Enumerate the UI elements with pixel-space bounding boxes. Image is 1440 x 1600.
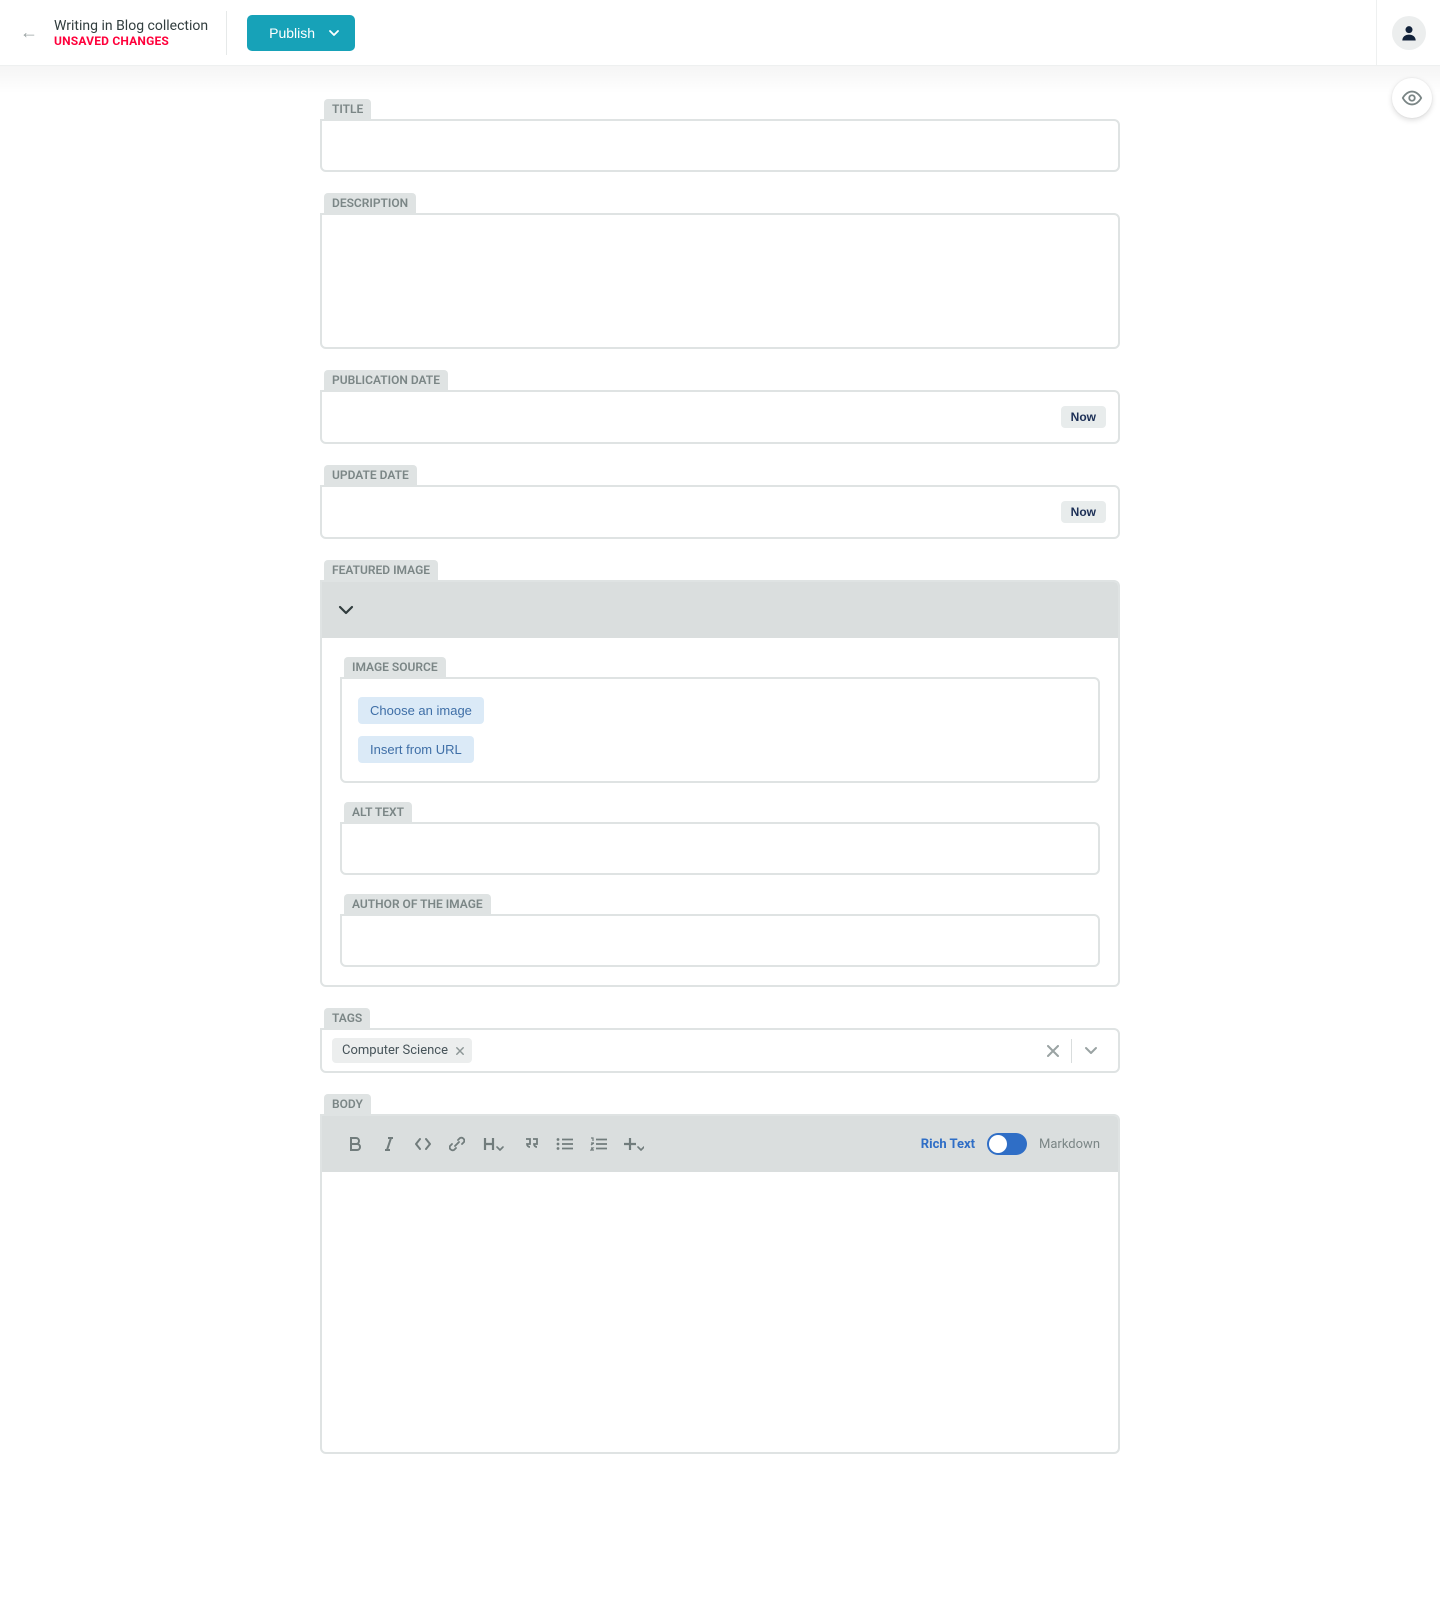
save-status: UNSAVED CHANGES [54, 34, 208, 48]
editor-title-block: Writing in Blog collection UNSAVED CHANG… [54, 11, 227, 55]
title-input[interactable] [322, 121, 1118, 170]
now-button[interactable]: Now [1061, 406, 1106, 428]
update-date-input[interactable] [336, 504, 1061, 521]
editor-mode-switch: Rich Text Markdown [921, 1133, 1100, 1155]
input-container [320, 213, 1120, 349]
input-container [320, 119, 1120, 172]
image-author-input[interactable] [342, 916, 1098, 965]
input-container: Now [320, 390, 1120, 444]
subfield-image-author: AUTHOR OF THE IMAGE [340, 893, 1100, 967]
input-container [340, 914, 1100, 967]
user-avatar[interactable] [1392, 16, 1426, 50]
italic-icon [383, 1136, 395, 1152]
field-update-date: UPDATE DATE Now [320, 464, 1120, 539]
bold-button[interactable] [340, 1129, 370, 1159]
subfield-image-source: IMAGE SOURCE Choose an image Insert from… [340, 656, 1100, 783]
field-label: PUBLICATION DATE [324, 370, 448, 390]
alt-text-input[interactable] [342, 824, 1098, 873]
field-featured-image: FEATURED IMAGE IMAGE SOURCE Choose an im… [320, 559, 1120, 987]
caret-down-icon [329, 30, 339, 36]
now-button[interactable]: Now [1061, 501, 1106, 523]
field-label: BODY [324, 1094, 371, 1114]
field-label: DESCRIPTION [324, 193, 416, 213]
field-label: AUTHOR OF THE IMAGE [344, 894, 491, 914]
publication-date-input[interactable] [336, 409, 1061, 426]
list-bulleted-icon [556, 1137, 574, 1151]
editor-toolbar: Rich Text Markdown [322, 1116, 1118, 1172]
chevron-down-icon [338, 605, 354, 615]
back-arrow-icon[interactable]: ← [20, 22, 38, 43]
collection-title: Writing in Blog collection [54, 18, 208, 34]
field-tags: TAGS Computer Science [320, 1007, 1120, 1073]
heading-button[interactable] [476, 1129, 512, 1159]
bold-icon [348, 1136, 362, 1152]
quote-button[interactable] [516, 1129, 546, 1159]
body-editor: Rich Text Markdown [320, 1114, 1120, 1454]
list-numbered-icon [590, 1137, 608, 1151]
form-content: TITLE DESCRIPTION PUBLICATION DATE Now U… [320, 94, 1120, 1594]
numbered-list-button[interactable] [584, 1129, 614, 1159]
tags-controls [1035, 1039, 1108, 1063]
description-input[interactable] [322, 215, 1118, 343]
tag-label: Computer Science [342, 1043, 448, 1058]
field-label: IMAGE SOURCE [344, 657, 446, 677]
italic-button[interactable] [374, 1129, 404, 1159]
mode-markdown-label: Markdown [1039, 1137, 1100, 1152]
code-icon [414, 1137, 432, 1151]
field-publication-date: PUBLICATION DATE Now [320, 369, 1120, 444]
featured-image-container: IMAGE SOURCE Choose an image Insert from… [320, 580, 1120, 987]
body-textarea[interactable] [322, 1172, 1118, 1452]
bullet-list-button[interactable] [550, 1129, 580, 1159]
plus-icon [624, 1136, 644, 1152]
field-label: TAGS [324, 1008, 370, 1028]
insert-from-url-button[interactable]: Insert from URL [358, 736, 474, 763]
field-body: BODY [320, 1093, 1120, 1454]
input-container [340, 822, 1100, 875]
publish-button[interactable]: Publish [247, 15, 355, 51]
preview-toggle[interactable] [1392, 78, 1432, 118]
featured-image-body: IMAGE SOURCE Choose an image Insert from… [322, 638, 1118, 967]
featured-image-toggle[interactable] [322, 582, 1118, 638]
field-label: UPDATE DATE [324, 465, 417, 485]
header-shadow [0, 66, 1440, 94]
choose-image-button[interactable]: Choose an image [358, 697, 484, 724]
image-actions: Choose an image Insert from URL [340, 677, 1100, 783]
heading-icon [483, 1136, 505, 1152]
quote-icon [523, 1137, 539, 1151]
field-label: ALT TEXT [344, 802, 412, 822]
app-root: ← Writing in Blog collection UNSAVED CHA… [0, 0, 1440, 1594]
link-button[interactable] [442, 1129, 472, 1159]
field-label: TITLE [324, 99, 371, 119]
link-icon [449, 1136, 465, 1152]
input-container: Now [320, 485, 1120, 539]
user-icon [1399, 23, 1419, 43]
app-header: ← Writing in Blog collection UNSAVED CHA… [0, 0, 1440, 66]
field-description: DESCRIPTION [320, 192, 1120, 349]
tags-dropdown-toggle[interactable] [1072, 1040, 1108, 1061]
field-title: TITLE [320, 98, 1120, 172]
avatar-container [1376, 0, 1440, 66]
publish-label: Publish [269, 25, 315, 41]
field-label: FEATURED IMAGE [324, 560, 438, 580]
remove-tag-icon[interactable] [456, 1047, 464, 1055]
code-button[interactable] [408, 1129, 438, 1159]
add-block-button[interactable] [618, 1129, 650, 1159]
clear-tags-icon[interactable] [1035, 1039, 1071, 1063]
tags-input[interactable]: Computer Science [320, 1028, 1120, 1073]
mode-richtext-label: Rich Text [921, 1137, 975, 1152]
tag-chip: Computer Science [332, 1038, 472, 1063]
subfield-alt-text: ALT TEXT [340, 801, 1100, 875]
mode-toggle[interactable] [987, 1133, 1027, 1155]
eye-icon [1401, 87, 1423, 109]
